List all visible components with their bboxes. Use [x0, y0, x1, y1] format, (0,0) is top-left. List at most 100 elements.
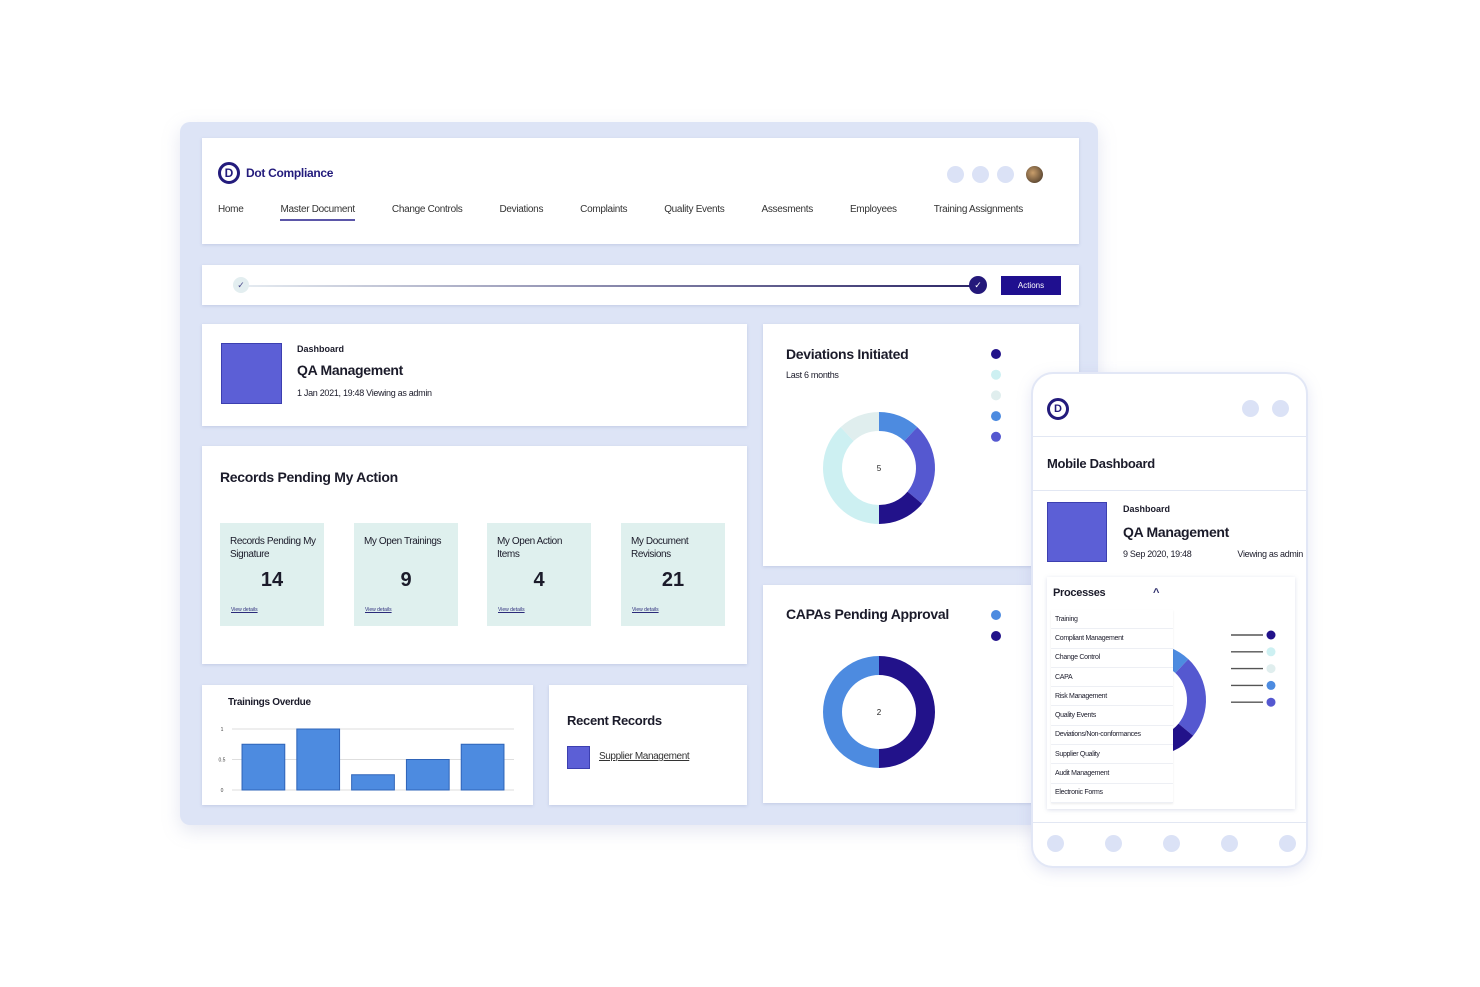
nav-assesments[interactable]: Assesments	[761, 204, 813, 221]
process-item[interactable]: Quality Events	[1051, 706, 1173, 726]
mobile-dashboard-title: QA Management	[1123, 524, 1230, 540]
process-item[interactable]: Compliant Management	[1051, 629, 1173, 649]
legend-dot	[1266, 664, 1276, 674]
mobile-device: D Mobile Dashboard Dashboard QA Manageme…	[1031, 372, 1308, 868]
process-item[interactable]: Electronic Forms	[1051, 783, 1173, 803]
app-name: Dot Compliance	[246, 166, 334, 180]
view-details-link[interactable]: View details	[498, 607, 525, 613]
legend-dot	[991, 390, 1001, 401]
bar[interactable]	[460, 743, 505, 791]
recent-record-link[interactable]: Supplier Management	[599, 751, 690, 762]
record-tile[interactable]: My Open Action Items 4 View details	[487, 523, 591, 626]
tile-label: My Open Action Items	[497, 536, 562, 560]
app-header: D Dot Compliance Home Master Document Ch…	[202, 138, 1079, 244]
nav-complaints[interactable]: Complaints	[580, 204, 627, 221]
mobile-dashboard-date: 9 Sep 2020, 19:48	[1123, 549, 1192, 559]
actions-button[interactable]: Actions	[1001, 276, 1061, 295]
view-details-link[interactable]: View details	[632, 607, 659, 613]
process-item[interactable]: Training	[1051, 610, 1173, 630]
legend-dot	[1266, 630, 1276, 640]
bar[interactable]	[241, 743, 286, 791]
process-item[interactable]: Change Control	[1051, 648, 1173, 668]
mobile-nav-icon[interactable]	[1279, 835, 1296, 852]
nav-home[interactable]: Home	[218, 204, 244, 221]
dashboard-kicker: Dashboard	[297, 344, 345, 354]
donut-slice[interactable]	[1175, 659, 1206, 736]
y-tick-label: 0.5	[219, 758, 226, 764]
trainings-bar-chart: 00.51	[219, 727, 514, 794]
processes-dropdown: Training Compliant Management Change Con…	[1051, 610, 1173, 803]
progress-track	[248, 285, 970, 287]
recent-title: Recent Records	[567, 713, 662, 728]
tile-value: 21	[661, 569, 685, 591]
legend-dot	[991, 610, 1001, 620]
tile-value: 14	[260, 569, 284, 591]
donut-slice[interactable]	[879, 656, 935, 768]
tile-label: My Document Revisions	[631, 536, 689, 560]
nav-master-document[interactable]: Master Document	[280, 204, 355, 221]
logo[interactable]: D Dot Compliance	[218, 162, 333, 184]
avatar[interactable]	[1026, 166, 1043, 183]
record-tile[interactable]: My Document Revisions 21 View details	[621, 523, 725, 626]
view-details-link[interactable]: View details	[365, 607, 392, 613]
nav-training-assignments[interactable]: Training Assignments	[934, 204, 1024, 221]
record-thumbnail	[567, 746, 590, 769]
process-item[interactable]: Audit Management	[1051, 764, 1173, 784]
donut-slice[interactable]	[823, 656, 879, 768]
mobile-nav-icon[interactable]	[1047, 835, 1064, 852]
dashboard-thumbnail	[1047, 502, 1107, 562]
bar[interactable]	[351, 774, 395, 791]
header-action-icon[interactable]	[972, 166, 989, 183]
donut-center-label: 2	[877, 708, 882, 717]
nav-quality-events[interactable]: Quality Events	[664, 204, 725, 221]
mobile-title-row: Mobile Dashboard	[1033, 437, 1306, 491]
mobile-title: Mobile Dashboard	[1047, 456, 1155, 471]
process-item[interactable]: Supplier Quality	[1051, 745, 1173, 765]
mobile-dashboard-meta: 9 Sep 2020, 19:48 Viewing as admin	[1123, 549, 1303, 559]
record-tile[interactable]: My Open Trainings 9 View details	[354, 523, 458, 626]
dot-compliance-logo-icon: D	[218, 162, 240, 184]
check-icon: ✓	[969, 276, 987, 294]
trainings-overdue-card: Trainings Overdue 0 0.5 1	[202, 685, 533, 805]
mobile-nav-icon[interactable]	[1105, 835, 1122, 852]
process-item[interactable]: Risk Management	[1051, 687, 1173, 707]
legend-dot	[991, 349, 1001, 359]
donut-slice[interactable]	[823, 427, 879, 524]
y-tick-label: 0	[221, 788, 224, 794]
record-tile[interactable]: Records Pending My Signature 14 View det…	[220, 523, 324, 626]
mobile-nav-icon[interactable]	[1221, 835, 1238, 852]
legend-dot	[991, 369, 1001, 380]
mobile-nav-icon[interactable]	[1163, 835, 1180, 852]
dashboard-title: QA Management	[297, 362, 404, 378]
donut-slice[interactable]	[904, 427, 935, 504]
mobile-header: D	[1033, 374, 1306, 437]
nav-deviations[interactable]: Deviations	[499, 204, 543, 221]
mobile-bottom-nav	[1033, 822, 1306, 866]
mobile-action-icon[interactable]	[1242, 400, 1259, 417]
nav-employees[interactable]: Employees	[850, 204, 897, 221]
recent-records-card: Recent Records Supplier Management	[549, 685, 747, 805]
tile-value: 4	[533, 569, 545, 591]
mobile-dashboard-viewer: Viewing as admin	[1237, 549, 1303, 559]
process-item[interactable]: CAPA	[1051, 667, 1173, 688]
legend-dot	[1266, 647, 1276, 657]
bar[interactable]	[405, 759, 450, 791]
y-tick-label: 1	[221, 727, 224, 733]
mobile-action-icon[interactable]	[1272, 400, 1289, 417]
chevron-up-icon[interactable]: ^	[1153, 587, 1159, 599]
tile-label: My Open Trainings	[364, 536, 442, 547]
records-title: Records Pending My Action	[220, 469, 398, 485]
mobile-dashboard-kicker: Dashboard	[1123, 504, 1171, 514]
process-item[interactable]: Deviations/Non-conformances	[1051, 725, 1173, 746]
header-action-icon[interactable]	[947, 166, 964, 183]
dashboard-info-card: Dashboard QA Management 1 Jan 2021, 19:4…	[202, 324, 747, 426]
workflow-progress: ✓ ✓ Actions	[202, 265, 1079, 305]
header-action-icon[interactable]	[997, 166, 1014, 183]
tile-value: 9	[400, 569, 412, 591]
dot-compliance-logo-icon[interactable]: D	[1047, 398, 1069, 420]
view-details-link[interactable]: View details	[231, 607, 258, 613]
bar[interactable]	[296, 728, 341, 791]
dashboard-meta: 1 Jan 2021, 19:48 Viewing as admin	[297, 388, 432, 398]
nav-change-controls[interactable]: Change Controls	[392, 204, 463, 221]
processes-title[interactable]: Processes	[1053, 587, 1106, 599]
